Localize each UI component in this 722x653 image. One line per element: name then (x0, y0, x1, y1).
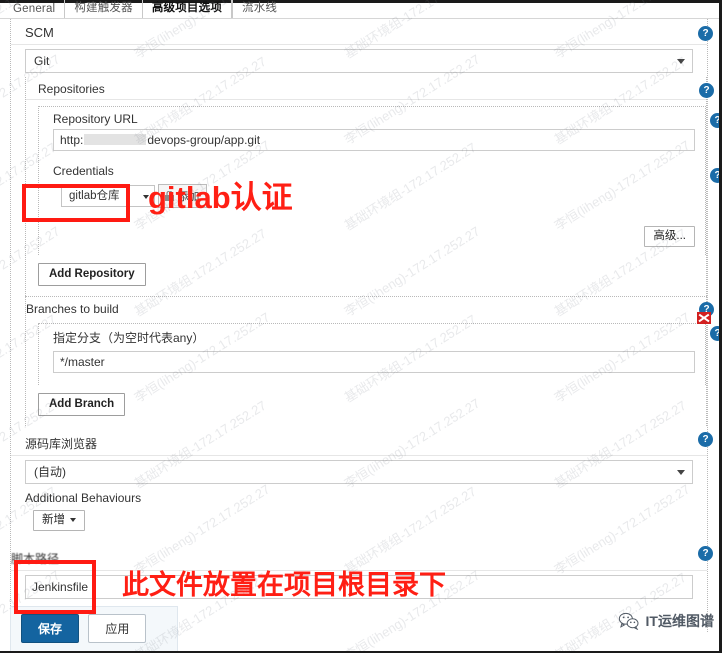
credentials-select[interactable]: gitlab仓库 (61, 185, 155, 207)
repository-url-prefix: http: (60, 133, 84, 147)
add-behaviour-button[interactable]: 新增 (33, 510, 85, 531)
add-branch-row: Add Branch (38, 385, 706, 426)
scm-select-row: Git (25, 45, 707, 77)
repositories-label-row: Repositories ? (38, 77, 714, 99)
repository-url-input[interactable]: http: devops-group/app.git (53, 129, 695, 151)
repository-browser-value: (自动) (34, 465, 66, 479)
repository-url-input-wrap: http: devops-group/app.git (53, 129, 705, 151)
repository-url-label: Repository URL (53, 112, 138, 126)
config-form: SCM ? Git Repositories ? Repository URL … (0, 19, 722, 653)
add-repository-row: Add Repository (38, 255, 706, 296)
brand-badge: IT运维图谱 (618, 611, 714, 631)
save-button[interactable]: 保存 (21, 614, 80, 643)
chevron-down-icon (677, 59, 685, 64)
help-icon[interactable]: ? (699, 83, 714, 98)
repositories-label: Repositories (38, 82, 105, 96)
form-action-bar: 保存 应用 (10, 606, 178, 653)
branch-specifier-label: 指定分支（为空时代表any） (53, 331, 205, 345)
scm-select[interactable]: Git (25, 49, 693, 73)
scm-section: SCM ? Git Repositories ? Repository URL … (10, 19, 722, 632)
tab-advanced-project-options[interactable]: 高级项目选项 (141, 0, 233, 18)
script-path-label: 脚本路径 (11, 552, 60, 566)
script-path-row: 脚本路径 ? (11, 541, 713, 570)
scm-select-value: Git (34, 54, 50, 68)
repository-entry: Repository URL ? http: devops-group/app.g… (38, 106, 722, 255)
annotation-text-script-path: 此文件放置在项目根目录下 (122, 570, 446, 600)
repository-browser-select[interactable]: (自动) (25, 460, 693, 484)
branch-specifier-row: 指定分支（为空时代表any） ? (53, 312, 722, 349)
help-icon[interactable]: ? (698, 432, 713, 447)
branch-specifier-input[interactable]: */master (53, 351, 695, 373)
divider (26, 99, 706, 100)
repositories-section: Repositories ? Repository URL ? http: dev… (25, 77, 722, 296)
scm-title: SCM (25, 25, 54, 40)
wechat-icon (618, 612, 639, 630)
redacted-host (84, 134, 147, 145)
repository-browser-select-wrap: (自动) (25, 456, 707, 486)
branch-input-wrap: */master (53, 349, 705, 373)
chevron-down-icon (70, 517, 76, 522)
repository-browser-label: 源码库浏览器 (25, 437, 98, 451)
chevron-down-icon (677, 470, 685, 475)
add-branch-button[interactable]: Add Branch (38, 393, 126, 416)
repository-browser-row: 源码库浏览器 ? (25, 426, 713, 455)
repository-url-row: Repository URL ? (53, 107, 722, 129)
project-config-tabbar: General 构建触发器 高级项目选项 流水线 (0, 0, 722, 19)
annotation-text-credentials: gitlab认证 (148, 180, 293, 215)
tab-pipeline[interactable]: 流水线 (232, 0, 286, 18)
branches-label-row: Branches to build ? (26, 297, 714, 319)
delete-branch-icon[interactable] (697, 312, 711, 324)
credentials-row: Credentials ? (53, 159, 722, 183)
credentials-select-value: gitlab仓库 (69, 190, 120, 202)
brand-name: IT运维图谱 (645, 613, 714, 629)
branches-section: Branches to build ? 指定分支（为空时代表any） ? */m… (25, 296, 722, 426)
tab-general[interactable]: General (4, 1, 64, 18)
additional-behaviours-controls: 新增 (25, 508, 707, 541)
credentials-label: Credentials (53, 164, 114, 178)
help-icon[interactable]: ? (698, 546, 713, 561)
additional-behaviours-row: Additional Behaviours (25, 486, 707, 508)
advanced-button[interactable]: 高级... (644, 226, 695, 247)
branches-label: Branches to build (26, 302, 119, 316)
additional-behaviours-label: Additional Behaviours (25, 491, 142, 505)
add-repository-button[interactable]: Add Repository (38, 263, 146, 286)
apply-button[interactable]: 应用 (88, 614, 147, 643)
branch-entry: 指定分支（为空时代表any） ? */master (38, 312, 722, 385)
add-behaviour-label: 新增 (42, 514, 65, 526)
repository-url-suffix: devops-group/app.git (147, 133, 261, 147)
advanced-row: 高级... (53, 208, 705, 255)
scm-title-row: SCM ? (25, 19, 713, 44)
tab-build-triggers[interactable]: 构建触发器 (64, 0, 142, 18)
help-icon[interactable]: ? (698, 26, 713, 41)
